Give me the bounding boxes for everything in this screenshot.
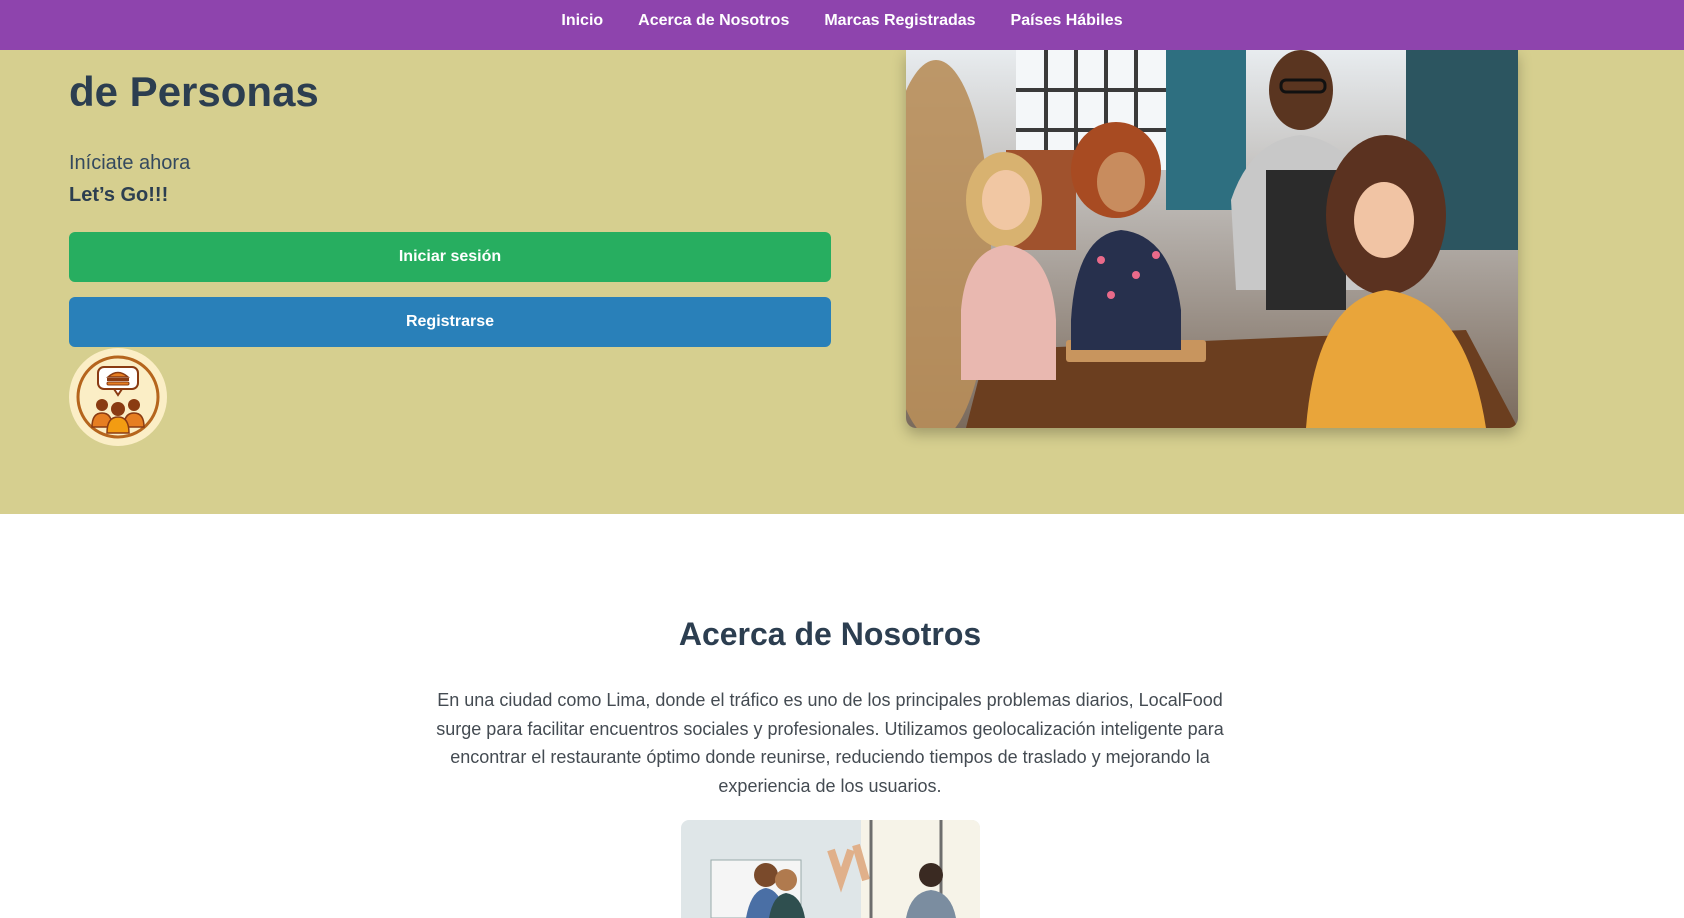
group-dining-icon — [69, 348, 167, 446]
hero-title: de Personas — [69, 68, 319, 115]
about-description: En una ciudad como Lima, donde el tráfic… — [436, 690, 1224, 796]
nav-link-paises[interactable]: Países Hábiles — [1011, 12, 1123, 38]
restaurant-friends-photo — [906, 50, 1518, 428]
nav-link-acerca[interactable]: Acerca de Nosotros — [638, 12, 789, 38]
top-navigation: Inicio Acerca de Nosotros Marcas Registr… — [0, 0, 1684, 50]
nav-link-inicio[interactable]: Inicio — [561, 12, 603, 38]
about-title: Acerca de Nosotros — [678, 616, 982, 652]
nav-link-marcas[interactable]: Marcas Registradas — [824, 12, 975, 38]
hero-subtitle: Iníciate ahora — [69, 152, 191, 174]
team-high-five-photo — [681, 820, 980, 918]
hero-cta-text: Let’s Go!!! — [69, 184, 169, 206]
register-button[interactable]: Registrarse — [69, 297, 831, 347]
login-button[interactable]: Iniciar sesión — [69, 232, 831, 282]
hero-section: de Personas Iníciate ahora Let’s Go!!! I… — [0, 50, 1684, 514]
